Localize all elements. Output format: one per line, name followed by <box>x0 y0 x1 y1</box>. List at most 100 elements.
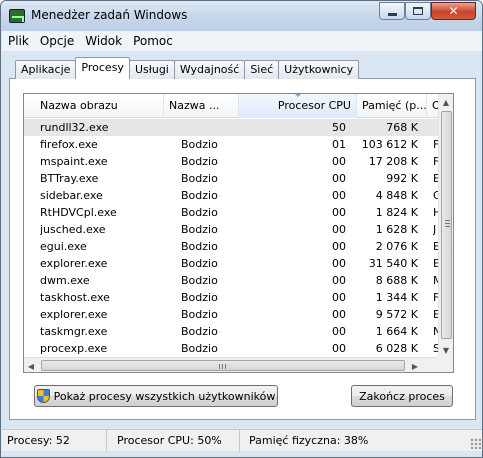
process-memory: 992 K <box>386 172 418 185</box>
process-image-name: sidebar.exe <box>40 189 103 202</box>
process-memory: 1 824 K <box>375 206 418 219</box>
column-header-cpu[interactable]: Procesor CPU <box>239 94 357 118</box>
tab-performance[interactable]: Wydajność <box>173 60 246 79</box>
end-process-button[interactable]: Zakończ proces <box>351 385 453 407</box>
process-user-name: Bodzio <box>181 240 218 253</box>
scroll-down-arrow-icon[interactable]: ▼ <box>439 342 453 358</box>
sort-descending-icon <box>293 94 302 97</box>
vertical-scroll-thumb[interactable] <box>441 111 452 339</box>
show-all-users-processes-button[interactable]: Pokaż procesy wszystkich użytkowników <box>34 385 278 407</box>
horizontal-scrollbar[interactable]: ◀ ▶ <box>24 357 440 372</box>
scroll-right-arrow-icon[interactable]: ▶ <box>408 358 422 372</box>
process-cpu: 50 <box>332 121 346 134</box>
process-user-name: Bodzio <box>181 172 218 185</box>
window-controls: ✕ <box>379 2 476 20</box>
process-cpu: 00 <box>332 325 346 338</box>
tab-services[interactable]: Usługi <box>128 60 175 79</box>
process-image-name: procexp.exe <box>40 342 108 355</box>
tab-applications[interactable]: Aplikacje <box>15 60 77 79</box>
menu-bar: Plik Opcje Widok Pomoc <box>2 31 482 51</box>
tab-network[interactable]: Sieć <box>244 60 280 79</box>
process-cpu: 01 <box>332 138 346 151</box>
process-memory: 6 028 K <box>375 342 418 355</box>
table-row[interactable]: procexp.exe Bodzio 00 6 028 KS <box>24 340 440 357</box>
process-image-name: jusched.exe <box>40 223 106 236</box>
resize-grip-icon[interactable] <box>470 438 481 449</box>
table-row[interactable]: explorer.exe Bodzio 00 9 572 KE <box>24 306 440 323</box>
process-user-name: Bodzio <box>181 342 218 355</box>
process-memory: 8 688 K <box>375 274 418 287</box>
process-image-name: explorer.exe <box>40 257 108 270</box>
uac-shield-icon <box>36 389 50 403</box>
process-user-name: Bodzio <box>181 308 218 321</box>
scroll-left-arrow-icon[interactable]: ◀ <box>24 358 38 372</box>
process-user-name <box>181 119 241 136</box>
horizontal-scroll-thumb[interactable] <box>41 360 405 371</box>
process-cpu: 00 <box>332 172 346 185</box>
table-row[interactable]: jusched.exe Bodzio 00 1 628 KJ <box>24 221 440 238</box>
process-image-name: taskmgr.exe <box>40 325 108 338</box>
process-image-name: BTTray.exe <box>40 172 99 185</box>
process-rows: rundll32.exe 50 768 K firefox.exe Bodzio 01 10… <box>24 119 441 357</box>
table-row[interactable]: rundll32.exe 50 768 K <box>24 119 440 136</box>
process-image-name: firefox.exe <box>40 138 98 151</box>
process-cpu: 00 <box>332 291 346 304</box>
process-list-header: Nazwa obrazu Nazwa ... Procesor CPU Pami… <box>24 94 440 118</box>
vertical-scrollbar[interactable]: ▲ ▼ <box>438 94 453 358</box>
process-image-name: explorer.exe <box>40 308 108 321</box>
menu-file[interactable]: Plik <box>2 34 34 48</box>
title-bar[interactable]: Menedżer zadań Windows ✕ <box>1 1 482 31</box>
status-cpu: Procesor CPU: 50% <box>112 430 240 452</box>
process-cpu: 00 <box>332 257 346 270</box>
minimize-button[interactable] <box>379 2 405 20</box>
process-list[interactable]: Nazwa obrazu Nazwa ... Procesor CPU Pami… <box>23 93 454 373</box>
process-user-name: Bodzio <box>181 223 218 236</box>
menu-help[interactable]: Pomoc <box>127 34 178 48</box>
tab-users[interactable]: Użytkownicy <box>278 60 360 79</box>
status-bar: Procesy: 52 Procesor CPU: 50% Pamięć fiz… <box>2 429 482 452</box>
process-cpu: 00 <box>332 240 346 253</box>
status-processes: Procesy: 52 <box>2 430 107 452</box>
process-user-name: Bodzio <box>181 155 218 168</box>
process-cpu: 00 <box>332 189 346 202</box>
table-row[interactable]: sidebar.exe Bodzio 00 4 848 KG <box>24 187 441 204</box>
process-cpu: 00 <box>332 274 346 287</box>
maximize-button[interactable] <box>405 2 431 20</box>
process-memory: 1 664 K <box>375 325 418 338</box>
table-row[interactable]: dwm.exeBodzio008 688 KM <box>24 272 441 289</box>
show-all-users-processes-label: Pokaż procesy wszystkich użytkowników <box>53 389 276 403</box>
table-row[interactable]: taskhost.exe Bodzio 00 1 344 KF <box>24 289 440 306</box>
process-user-name: Bodzio <box>181 206 218 219</box>
table-row[interactable]: egui.exe Bodzio 00 2 076 KE <box>24 238 440 255</box>
table-row[interactable]: mspaint.exe Bodzio 00 17 208 KF <box>24 153 440 170</box>
process-image-name: taskhost.exe <box>40 291 110 304</box>
process-user-name: Bodzio <box>181 291 218 304</box>
task-manager-window: Menedżer zadań Windows ✕ Plik Opcje Wido… <box>0 0 483 458</box>
process-memory: 103 612 K <box>361 138 418 151</box>
table-row[interactable]: taskmgr.exe Bodzio 00 1 664 KN <box>24 323 441 340</box>
tab-processes[interactable]: Procesy <box>75 57 130 79</box>
close-button[interactable]: ✕ <box>431 2 476 20</box>
table-row[interactable]: explorer.exe Bodzio 00 31 540 KE <box>24 255 440 272</box>
table-row[interactable]: RtHDVCpl.exe Bodzio 00 1 824 KH <box>24 204 441 221</box>
column-header-cpu-label: Procesor CPU <box>277 99 351 112</box>
process-memory: 768 K <box>386 121 418 134</box>
scroll-up-arrow-icon[interactable]: ▲ <box>439 94 453 110</box>
status-physical-memory: Pamięć fizyczna: 38% <box>249 434 369 447</box>
process-memory: 2 076 K <box>375 240 418 253</box>
process-memory: 4 848 K <box>375 189 418 202</box>
process-user-name: Bodzio <box>181 138 218 151</box>
column-header-image-name[interactable]: Nazwa obrazu <box>24 94 164 118</box>
menu-view[interactable]: Widok <box>79 34 127 48</box>
process-image-name: dwm.exe <box>40 274 90 287</box>
column-header-user-name[interactable]: Nazwa ... <box>164 94 239 118</box>
menu-options[interactable]: Opcje <box>34 34 79 48</box>
process-image-name: RtHDVCpl.exe <box>40 206 117 219</box>
process-cpu: 00 <box>332 308 346 321</box>
process-memory: 17 208 K <box>368 155 418 168</box>
table-row[interactable]: BTTray.exe Bodzio 00 992 KE <box>24 170 440 187</box>
table-row[interactable]: firefox.exe Bodzio 01 103 612 KF <box>24 136 440 153</box>
process-cpu: 00 <box>332 342 346 355</box>
column-header-memory[interactable]: Pamięć (p... <box>357 94 427 118</box>
process-memory: 1 344 K <box>375 291 418 304</box>
